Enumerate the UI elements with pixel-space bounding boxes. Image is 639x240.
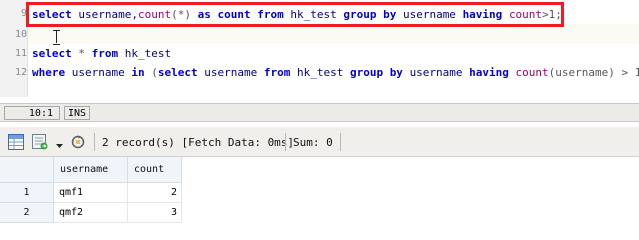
grid-cell-username[interactable]: qmf1 [54,183,128,203]
identifier: username [71,66,125,79]
operator: * [78,47,85,60]
toolbar-separator [340,133,341,151]
sum-info: Sum: 0 [293,136,333,149]
grid-view-icon[interactable] [8,134,24,153]
column-header-count[interactable]: count [128,157,182,183]
export-icon[interactable] [32,134,48,153]
identifier: hk_test [296,66,344,79]
grid-cell-count[interactable]: 3 [128,203,182,223]
operator: > 1) [621,66,639,79]
refresh-icon[interactable] [70,134,86,153]
highlight-annotation-box [26,2,564,27]
cursor-position: 10:1 [4,106,60,120]
line-number: 11 [14,48,27,59]
records-info: 2 record(s) [Fetch Data: 0ms] [102,136,295,149]
result-grid[interactable]: username count 1 qmf1 2 2 qmf2 3 [0,157,639,237]
line-number: 9 [20,8,27,19]
keyword: from [91,47,119,60]
sql-editor[interactable]: 9 10 11 12 select username,count(*) as c… [0,0,639,97]
result-toolbar: 2 record(s) [Fetch Data: 0ms] Sum: 0 [0,127,639,157]
insert-mode-indicator[interactable]: INS [64,106,90,120]
dropdown-arrow-icon[interactable] [56,139,63,152]
identifier: hk_test [124,47,172,60]
toolbar-separator [94,133,95,151]
operator: ( [151,66,158,79]
code-line-12[interactable]: where username in (select username from … [32,66,639,79]
line-number: 10 [14,29,27,40]
row-header[interactable]: 1 [0,183,54,203]
toolbar-separator [285,133,286,151]
function-name: count [515,66,549,79]
keyword: having [469,66,509,79]
identifier: username [409,66,463,79]
code-line-11[interactable]: select * from hk_test [32,47,171,60]
keyword: select [32,47,72,60]
line-number: 12 [14,67,27,78]
grid-corner[interactable] [0,157,54,183]
operator: (username) [548,66,615,79]
keyword: in [131,66,145,79]
text-cursor-icon [53,30,60,45]
keyword: from [263,66,291,79]
keyword: group by [349,66,403,79]
row-header[interactable]: 2 [0,203,54,223]
identifier: username [204,66,258,79]
keyword: where [32,66,66,79]
grid-cell-count[interactable]: 2 [128,183,182,203]
current-line-highlight [28,24,639,44]
column-header-username[interactable]: username [54,157,128,183]
editor-status-bar: 10:1 INS [0,103,639,122]
keyword: select [157,66,198,79]
grid-cell-username[interactable]: qmf2 [54,203,128,223]
